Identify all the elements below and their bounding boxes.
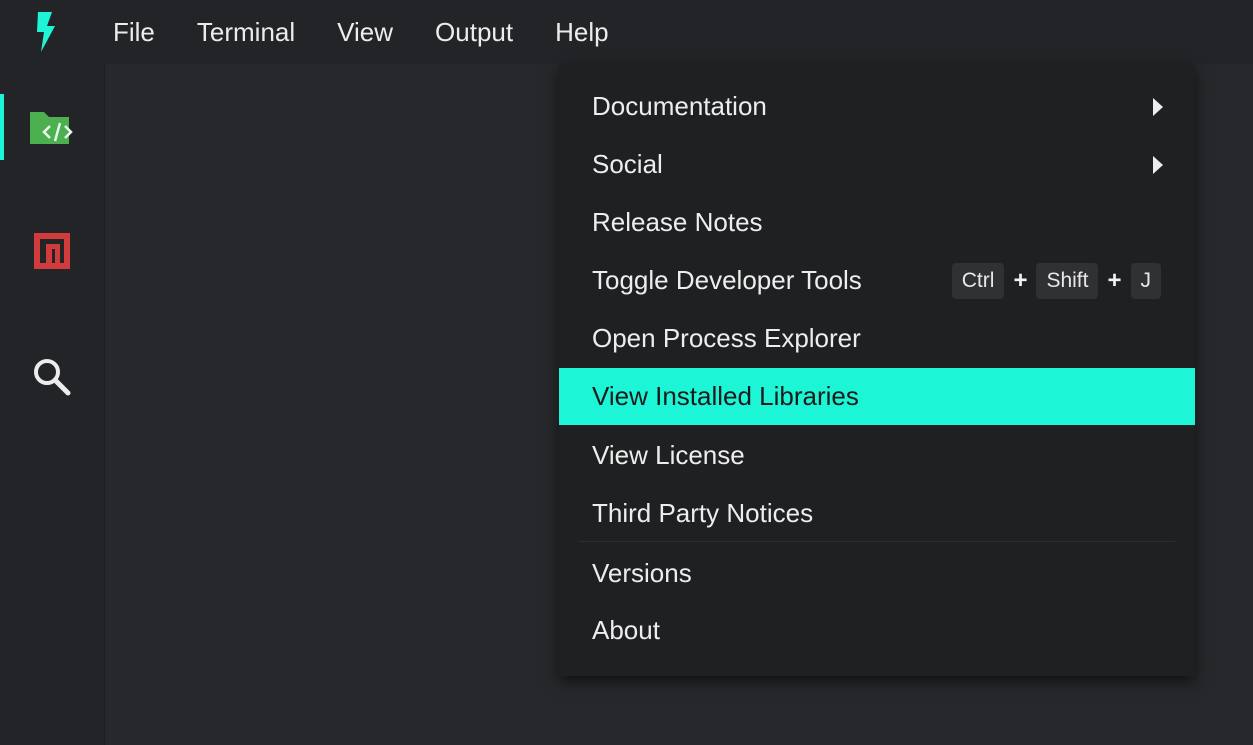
submenu-arrow-icon — [1153, 97, 1163, 116]
activity-search[interactable] — [0, 344, 104, 410]
menu-view[interactable]: View — [316, 0, 414, 64]
bolt-icon[interactable] — [0, 0, 92, 64]
menu-item-label: Documentation — [592, 91, 767, 121]
shortcut-plus: + — [1107, 266, 1122, 294]
submenu-arrow-icon — [1153, 155, 1163, 174]
menu-file[interactable]: File — [92, 0, 176, 64]
menu-separator — [579, 541, 1175, 542]
menu-item-versions[interactable]: Versions — [559, 545, 1195, 602]
key-shift: Shift — [1036, 262, 1099, 299]
key-j: J — [1130, 262, 1161, 299]
key-ctrl: Ctrl — [951, 262, 1005, 299]
activity-npm[interactable] — [0, 218, 104, 284]
activity-explorer[interactable] — [0, 94, 104, 160]
npm-icon — [34, 233, 70, 269]
menu-item-label: Open Process Explorer — [592, 323, 861, 353]
menu-item-toggle-developer-tools[interactable]: Toggle Developer Tools Ctrl + Shift + J — [559, 252, 1195, 309]
menu-item-open-process-explorer[interactable]: Open Process Explorer — [559, 310, 1195, 367]
menu-terminal[interactable]: Terminal — [176, 0, 316, 64]
app-window: File Terminal View Output Help Documenta… — [0, 0, 1253, 745]
menu-item-about[interactable]: About — [559, 602, 1195, 659]
menu-item-label: Release Notes — [592, 207, 763, 237]
help-menu-dropdown: Documentation Social Release Notes Toggl… — [559, 64, 1195, 676]
menu-item-label: View License — [592, 440, 745, 470]
menu-item-label: Social — [592, 149, 663, 179]
shortcut-plus: + — [1013, 266, 1028, 294]
menu-item-view-license[interactable]: View License — [559, 427, 1195, 484]
menu-item-label: View Installed Libraries — [592, 381, 859, 411]
keyboard-shortcut: Ctrl + Shift + J — [951, 262, 1161, 299]
menu-bar: File Terminal View Output Help — [0, 0, 1253, 64]
menu-item-view-installed-libraries[interactable]: View Installed Libraries — [559, 368, 1195, 425]
menu-item-label: Versions — [592, 558, 692, 588]
search-icon — [34, 359, 71, 396]
menu-item-label: Toggle Developer Tools — [592, 265, 862, 295]
menu-item-social[interactable]: Social — [559, 136, 1195, 193]
activity-bar — [0, 64, 105, 745]
menu-item-third-party-notices[interactable]: Third Party Notices — [559, 485, 1195, 542]
menu-help[interactable]: Help — [534, 0, 629, 64]
menu-item-release-notes[interactable]: Release Notes — [559, 194, 1195, 251]
menu-output[interactable]: Output — [414, 0, 534, 64]
menu-item-documentation[interactable]: Documentation — [559, 78, 1195, 135]
menu-item-label: About — [592, 615, 660, 645]
folder-code-icon — [30, 112, 73, 144]
menu-item-label: Third Party Notices — [592, 498, 814, 528]
